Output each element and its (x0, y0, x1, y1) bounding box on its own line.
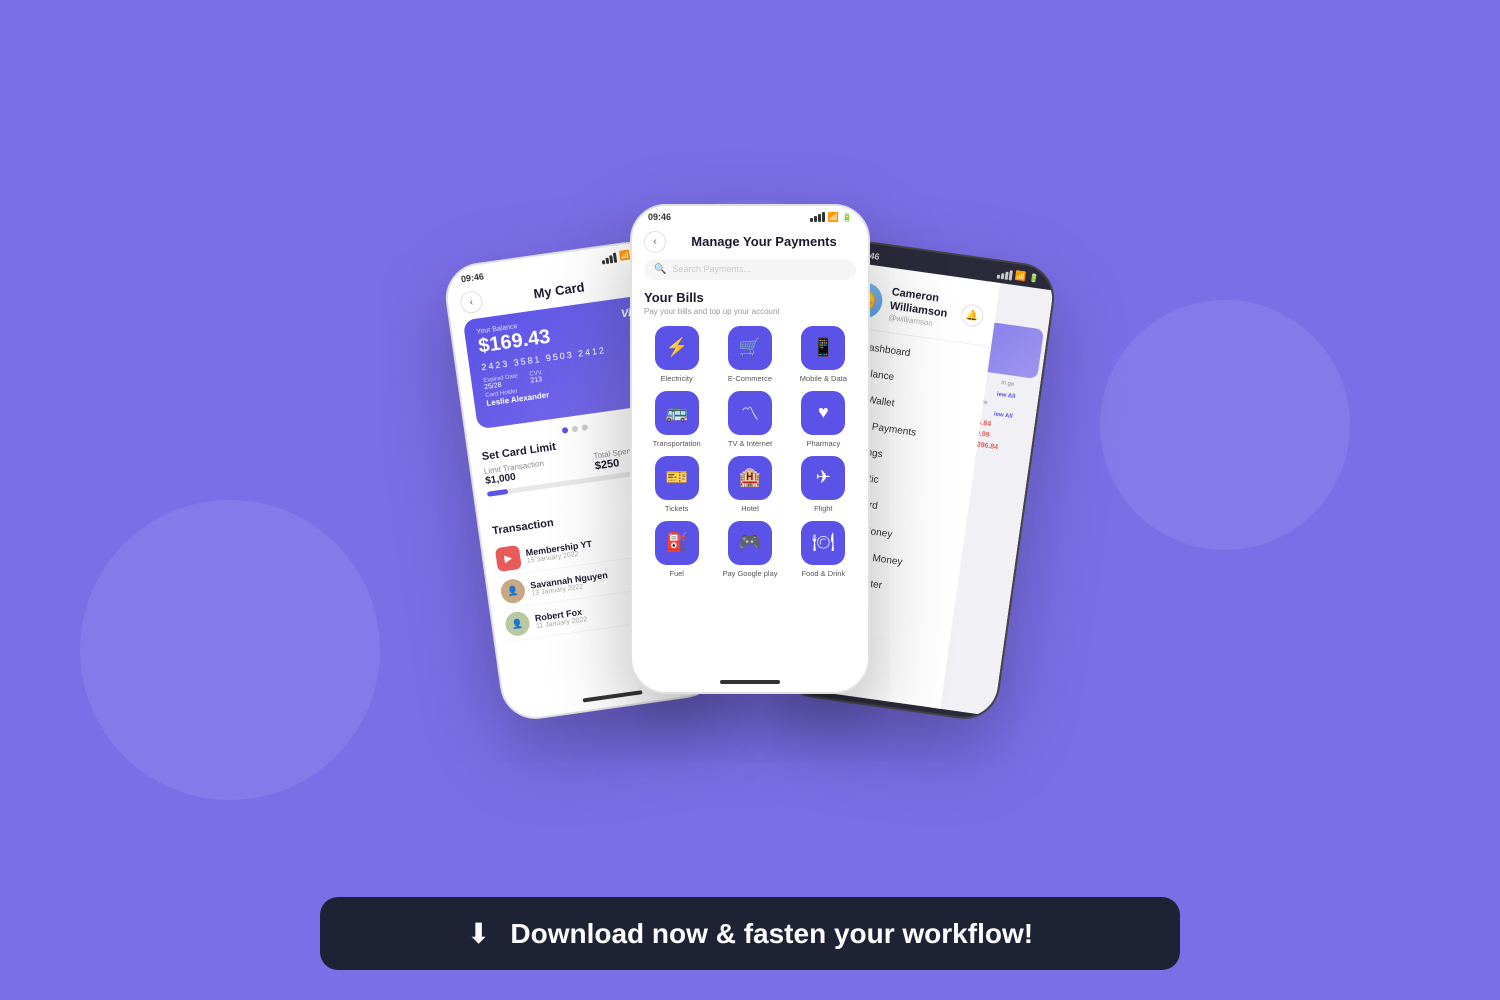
bill-item[interactable]: ⚡ Electricity (644, 326, 709, 383)
cvv-label: CVV (529, 370, 542, 378)
back-button-center[interactable]: ‹ (644, 231, 666, 253)
bill-icon-box: 🚌 (655, 391, 699, 435)
bill-label: Mobile & Data (800, 374, 847, 383)
time-center: 09:46 (648, 212, 671, 222)
bottom-banner[interactable]: ⬇ Download now & fasten your workflow! (320, 897, 1180, 970)
phones-area: 09:46 📶 🔋 ‹ My Card ⋮ Vi (0, 0, 1500, 897)
bill-icon-box: 🛒 (728, 326, 772, 370)
tx-icon-youtube: ▶ (495, 544, 522, 571)
bill-icon-box: ✈ (801, 456, 845, 500)
bill-label: TV & Internet (728, 439, 772, 448)
tx-avatar: 👤 (504, 610, 531, 637)
bill-item[interactable]: ♥ Pharmacy (791, 391, 856, 448)
bill-label: Fuel (669, 569, 684, 578)
cvv-section: CVV 213 (529, 370, 543, 385)
home-bar-center (720, 680, 780, 684)
wifi-icon-center: 📶 (828, 212, 839, 223)
search-placeholder: Search Payments... (672, 264, 846, 274)
wifi-icon-right: 📶 (1014, 270, 1027, 282)
bill-item[interactable]: 🎮 Pay Google play (717, 521, 782, 578)
time-left: 09:46 (460, 270, 484, 283)
bill-item[interactable]: 〽 TV & Internet (717, 391, 782, 448)
bill-icon-box: 🏨 (728, 456, 772, 500)
manage-title: Manage Your Payments (672, 234, 856, 249)
bill-label: Tickets (665, 504, 688, 513)
center-phone-wrapper: 09:46 📶 🔋 ‹ Manage Your Payments � (630, 204, 870, 694)
notch-center (710, 206, 790, 224)
dot-3 (581, 424, 588, 431)
signal-center (810, 212, 825, 222)
bills-title: Your Bills (644, 290, 856, 305)
banner-text: Download now & fasten your workflow! (510, 918, 1033, 950)
search-bar[interactable]: 🔍 Search Payments... (644, 259, 856, 280)
bill-item[interactable]: 🛒 E-Commerce (717, 326, 782, 383)
back-button-left[interactable]: ‹ (459, 289, 484, 314)
center-phone: 09:46 📶 🔋 ‹ Manage Your Payments � (630, 204, 870, 694)
bill-icon-box: 🎮 (728, 521, 772, 565)
bill-icon-box: 〽 (728, 391, 772, 435)
bill-label: E-Commerce (728, 374, 772, 383)
limit-transaction: Limit Transaction $1,000 (483, 458, 546, 487)
banner-download-icon: ⬇ (467, 917, 490, 950)
bill-item[interactable]: ⛽ Fuel (644, 521, 709, 578)
bill-item[interactable]: 🎫 Tickets (644, 456, 709, 513)
bill-label: Pharmacy (806, 439, 840, 448)
user-info: CameronWilliamson @williamson (888, 286, 956, 330)
battery-icon-right: 🔋 (1029, 273, 1040, 283)
manage-header: ‹ Manage Your Payments (644, 227, 856, 259)
bills-section: Your Bills Pay your bills and top up you… (644, 290, 856, 578)
bill-label: Hotel (741, 504, 759, 513)
bill-item[interactable]: ✈ Flight (791, 456, 856, 513)
bill-label: Flight (814, 504, 832, 513)
status-icons-right: 📶 🔋 (996, 267, 1039, 284)
bill-item[interactable]: 📱 Mobile & Data (791, 326, 856, 383)
dot-2 (572, 425, 579, 432)
search-icon: 🔍 (654, 264, 666, 275)
bill-label: Electricity (661, 374, 693, 383)
bills-grid: ⚡ Electricity 🛒 E-Commerce 📱 Mobile & Da… (644, 326, 856, 578)
bill-label: Transportation (653, 439, 701, 448)
progress-fill (487, 488, 509, 496)
bill-icon-box: 📱 (801, 326, 845, 370)
bill-icon-box: ⛽ (655, 521, 699, 565)
left-phone-title: My Card (532, 278, 585, 300)
battery-icon-center: 🔋 (842, 213, 852, 222)
bill-item[interactable]: 🏨 Hotel (717, 456, 782, 513)
bill-icon-box: ♥ (801, 391, 845, 435)
bill-icon-box: 🍽 (801, 521, 845, 565)
bill-item[interactable]: 🍽 Food & Drink (791, 521, 856, 578)
bill-label: Food & Drink (801, 569, 845, 578)
status-icons-center: 📶 🔋 (810, 212, 852, 223)
bill-icon-box: 🎫 (655, 456, 699, 500)
bill-icon-box: ⚡ (655, 326, 699, 370)
dot-1 (562, 426, 569, 433)
bill-item[interactable]: 🚌 Transportation (644, 391, 709, 448)
tx-avatar: 👤 (499, 577, 526, 604)
signal-left (601, 252, 617, 264)
center-phone-content: ‹ Manage Your Payments 🔍 Search Payments… (632, 227, 868, 578)
notification-bell[interactable]: 🔔 (960, 303, 985, 328)
signal-right (997, 268, 1013, 280)
bills-subtitle: Pay your bills and top up your account (644, 307, 856, 316)
bill-label: Pay Google play (722, 569, 777, 578)
